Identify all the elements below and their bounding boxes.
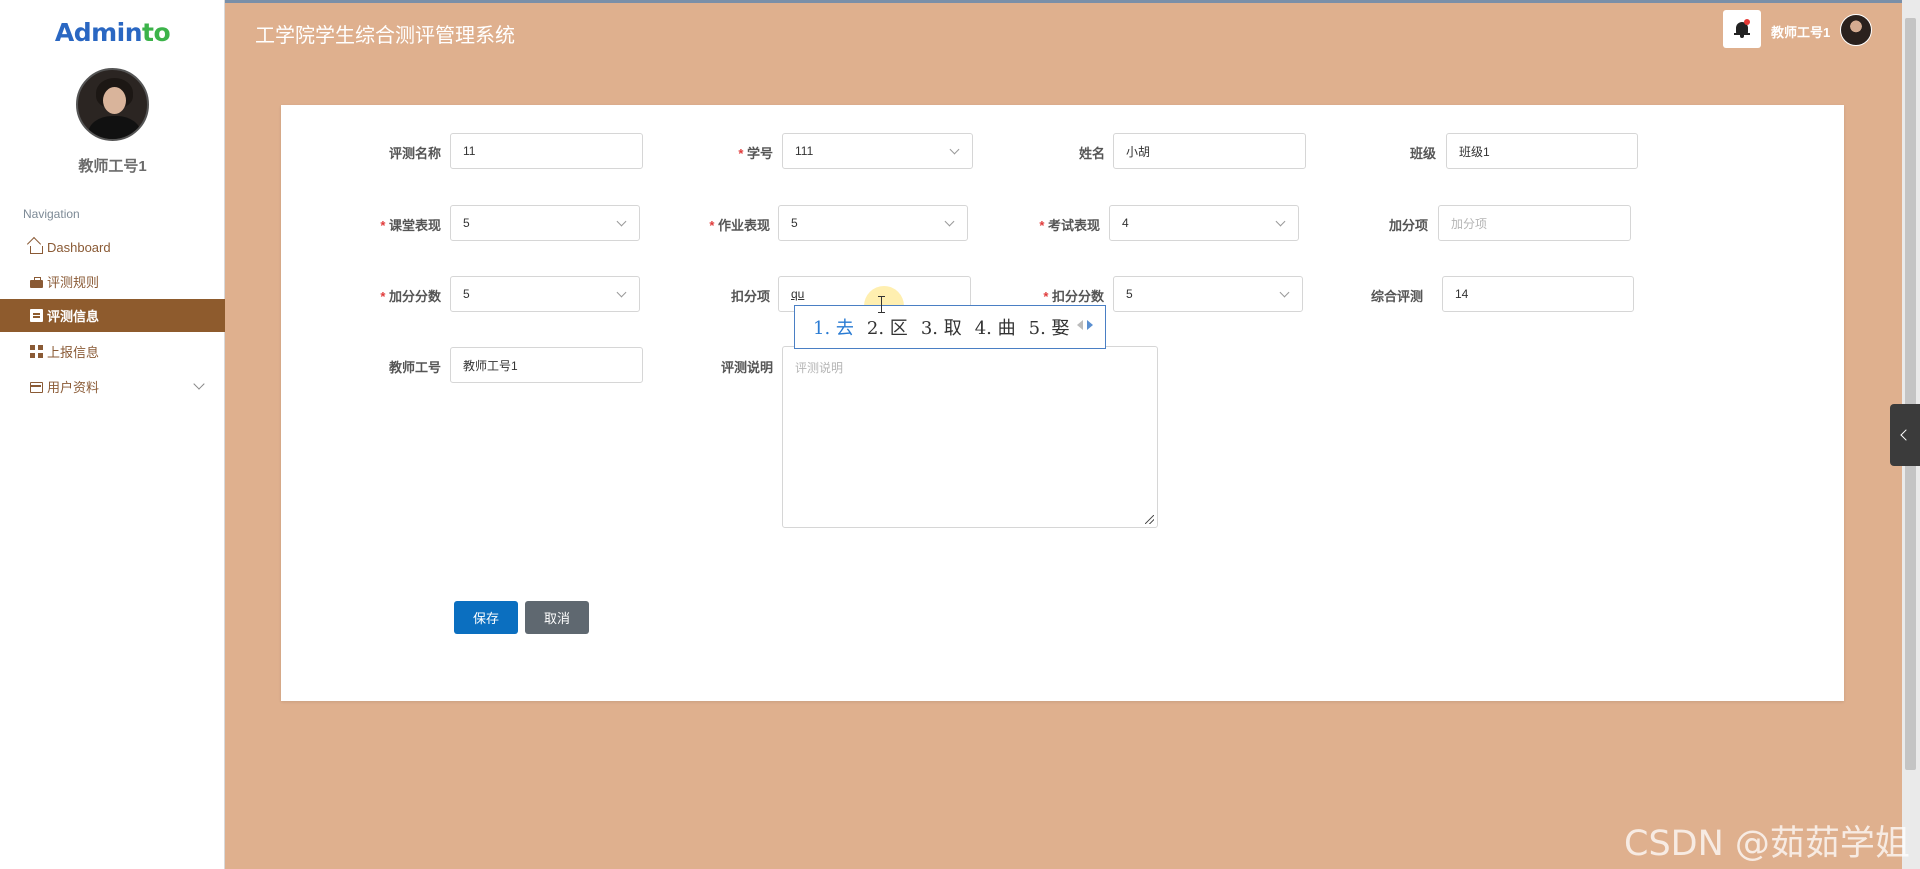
ime-candidate[interactable]: 3. 取	[921, 314, 962, 340]
sidebar-item-label: 评测规则	[47, 275, 100, 290]
ime-candidate[interactable]: 2. 区	[867, 314, 908, 340]
xingming-input[interactable]: 小胡	[1113, 133, 1306, 169]
bell-icon	[1734, 19, 1750, 38]
jiafenxiang-input[interactable]: 加分项	[1438, 205, 1631, 241]
label-zuoye: 作业表现	[680, 215, 770, 234]
label-kaoshi: 考试表现	[1010, 215, 1100, 234]
label-koufenshu: 扣分分数	[1014, 286, 1104, 305]
logo[interactable]: Adminto	[0, 18, 225, 47]
ime-page-arrows[interactable]	[1077, 320, 1093, 330]
label-ketang: 课堂表现	[351, 215, 441, 234]
sidebar: Adminto 教师工号1 Navigation Dashboard 评测规则 …	[0, 0, 225, 869]
jiafenshu-select[interactable]: 5	[450, 276, 640, 312]
save-button[interactable]: 保存	[454, 601, 518, 634]
label-xingming: 姓名	[1078, 146, 1105, 161]
app-title: 工学院学生综合测评管理系统	[255, 23, 515, 47]
header-avatar[interactable]	[1840, 14, 1872, 46]
chevron-down-icon[interactable]	[193, 378, 205, 390]
jiaoshi-input[interactable]: 教师工号1	[450, 347, 643, 383]
label-jiafenxiang: 加分项	[1388, 218, 1428, 233]
home-icon	[30, 245, 43, 254]
ketang-select[interactable]: 5	[450, 205, 640, 241]
sidebar-item-user-profile[interactable]: 用户资料	[0, 370, 225, 403]
ime-candidate[interactable]: 4. 曲	[975, 314, 1016, 340]
label-zonghe: 综合评测	[1370, 289, 1423, 304]
shuoming-placeholder: 评测说明	[795, 361, 844, 375]
ime-candidate-popup[interactable]: 1. 去 2. 区 3. 取 4. 曲 5. 娶	[794, 305, 1106, 349]
koufenshu-select[interactable]: 5	[1113, 276, 1303, 312]
briefcase-icon	[30, 276, 43, 288]
label-banji: 班级	[1409, 146, 1436, 161]
label-pingce-name: 评测名称	[388, 146, 441, 161]
label-koufenxiang: 扣分项	[730, 289, 770, 304]
form-card: 评测名称 11 学号 111 姓名 小胡 班级 班级1 课堂表现 5 作业表现 …	[281, 105, 1844, 701]
document-icon	[30, 309, 43, 322]
xuehao-select[interactable]: 111	[782, 133, 973, 169]
ime-candidate[interactable]: 5. 娶	[1029, 314, 1070, 340]
card-icon	[30, 382, 43, 393]
notification-button[interactable]	[1723, 10, 1761, 48]
pingce-name-input[interactable]: 11	[450, 133, 643, 169]
sidebar-item-rules[interactable]: 评测规则	[0, 265, 225, 298]
label-xuehao: 学号	[683, 143, 773, 162]
shuoming-textarea[interactable]: 评测说明	[782, 346, 1158, 528]
arrow-left-icon[interactable]	[1077, 320, 1083, 330]
zuoye-select[interactable]: 5	[778, 205, 968, 241]
grid-icon	[30, 345, 43, 358]
sidebar-item-label: 用户资料	[47, 380, 100, 395]
resize-grip-icon[interactable]	[1145, 515, 1154, 524]
ime-candidate[interactable]: 1. 去	[813, 314, 854, 340]
label-jiaoshi: 教师工号	[388, 360, 441, 375]
arrow-right-icon[interactable]	[1087, 320, 1093, 330]
logo-accent-text: to	[142, 18, 171, 47]
cancel-button[interactable]: 取消	[525, 601, 589, 634]
watermark: CSDN @茹茹学姐	[1624, 824, 1910, 864]
sidebar-item-dashboard[interactable]: Dashboard	[0, 231, 225, 264]
side-panel-toggle[interactable]	[1890, 404, 1920, 466]
top-border	[0, 0, 1920, 3]
sidebar-user-name[interactable]: 教师工号1	[0, 155, 225, 176]
sidebar-item-label: Dashboard	[47, 240, 111, 255]
text-cursor-icon	[878, 296, 888, 313]
sidebar-item-evaluation-info[interactable]: 评测信息	[0, 299, 225, 332]
nav-section-title: Navigation	[23, 207, 80, 221]
sidebar-item-label: 评测信息	[47, 309, 100, 324]
label-shuoming: 评测说明	[720, 360, 773, 375]
kaoshi-select[interactable]: 4	[1109, 205, 1299, 241]
sidebar-item-report-info[interactable]: 上报信息	[0, 335, 225, 368]
sidebar-avatar[interactable]	[76, 68, 149, 141]
banji-input[interactable]: 班级1	[1446, 133, 1638, 169]
scrollbar-thumb[interactable]	[1905, 18, 1916, 770]
zonghe-input[interactable]: 14	[1442, 276, 1634, 312]
label-jiafenshu: 加分分数	[351, 286, 441, 305]
logo-main-text: Admin	[54, 18, 143, 47]
header-user-name[interactable]: 教师工号1	[1771, 22, 1830, 41]
sidebar-item-label: 上报信息	[47, 345, 100, 360]
